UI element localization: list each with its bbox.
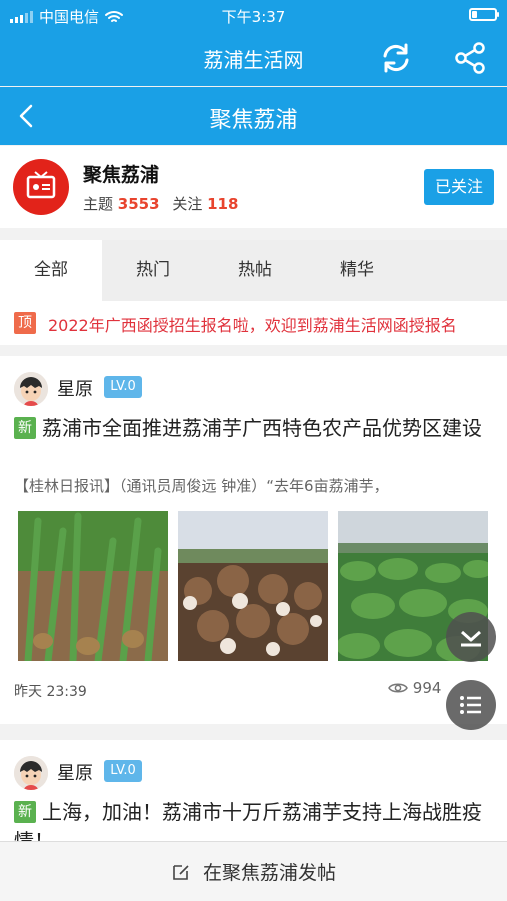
compose-bar[interactable]: 在聚焦荔浦发帖 xyxy=(0,841,507,901)
level-badge: LV.0 xyxy=(104,760,142,782)
tab-popular[interactable]: 热门 xyxy=(102,240,204,301)
user-avatar-icon xyxy=(14,372,48,406)
author-name[interactable]: 星原 xyxy=(57,375,93,401)
forum-stats: 主题 3553 关注 118 xyxy=(83,193,238,214)
new-badge: 新 xyxy=(14,801,36,823)
clock: 下午3:37 xyxy=(221,8,286,26)
tab-bar: 全部 热门 热帖 精华 xyxy=(0,240,507,301)
post-title[interactable]: 新荔浦市全面推进荔浦芋广西特色农产品优势区建设 xyxy=(14,414,494,443)
post-card[interactable]: 星原 LV.0 新荔浦市全面推进荔浦芋广西特色农产品优势区建设 【桂林日报讯】（… xyxy=(0,356,507,724)
followers-label: 关注 xyxy=(172,195,203,213)
app-title: 荔浦生活网 xyxy=(203,48,304,72)
post-time: 昨天 23:39 xyxy=(14,684,87,700)
author-name[interactable]: 星原 xyxy=(57,759,93,785)
post-title-text: 上海，加油！荔浦市十万斤荔浦芋支持上海战胜疫情！ xyxy=(14,800,482,841)
topics-label: 主题 xyxy=(83,195,114,213)
edit-icon xyxy=(173,865,189,880)
list-icon xyxy=(460,696,481,714)
post-title[interactable]: 新上海，加油！荔浦市十万斤荔浦芋支持上海战胜疫情！ xyxy=(14,798,494,841)
forum-name: 聚焦荔浦 xyxy=(83,164,160,186)
tab-all[interactable]: 全部 xyxy=(0,240,102,301)
topics-count: 3553 xyxy=(117,195,160,213)
page-title: 聚焦荔浦 xyxy=(209,108,298,133)
download-arrow-icon xyxy=(461,630,481,647)
avatar[interactable] xyxy=(14,372,48,406)
sub-header: 聚焦荔浦 xyxy=(0,87,507,145)
refresh-icon[interactable] xyxy=(378,40,414,76)
pinned-badge: 顶 xyxy=(14,312,36,334)
compose-label: 在聚焦荔浦发帖 xyxy=(203,862,337,884)
followers-count: 118 xyxy=(207,195,239,213)
level-badge: LV.0 xyxy=(104,376,142,398)
post-card[interactable]: 星原 LV.0 新上海，加油！荔浦市十万斤荔浦芋支持上海战胜疫情！ xyxy=(0,740,507,841)
post-image[interactable] xyxy=(178,511,328,661)
eye-icon xyxy=(388,683,408,693)
status-bar: 中国电信 下午3:37 xyxy=(0,0,507,30)
post-summary: 【桂林日报讯】（通讯员周俊远 钟准）“去年6亩荔浦芋， xyxy=(14,477,389,495)
followed-button[interactable]: 已关注 xyxy=(424,169,494,205)
tab-hot-posts[interactable]: 热帖 xyxy=(204,240,306,301)
avatar[interactable] xyxy=(14,756,48,790)
new-badge: 新 xyxy=(14,417,36,439)
post-image[interactable] xyxy=(18,511,168,661)
forum-logo xyxy=(13,159,69,215)
app-bar: 荔浦生活网 xyxy=(0,30,507,86)
share-icon[interactable] xyxy=(452,40,488,76)
pinned-post[interactable]: 顶 2022年广西函授招生报名啦，欢迎到荔浦生活网函授报名 xyxy=(0,301,507,345)
menu-button[interactable] xyxy=(446,680,496,730)
pinned-title[interactable]: 2022年广西函授招生报名啦，欢迎到荔浦生活网函授报名 xyxy=(48,312,494,336)
tv-icon xyxy=(26,171,56,199)
user-avatar-icon xyxy=(14,756,48,790)
battery-icon xyxy=(469,8,499,21)
post-title-text: 荔浦市全面推进荔浦芋广西特色农产品优势区建设 xyxy=(42,416,482,440)
scroll-down-button[interactable] xyxy=(446,612,496,662)
tab-featured[interactable]: 精华 xyxy=(306,240,408,301)
compose-button[interactable]: 在聚焦荔浦发帖 xyxy=(0,858,507,885)
views-count: 994 xyxy=(388,679,441,697)
